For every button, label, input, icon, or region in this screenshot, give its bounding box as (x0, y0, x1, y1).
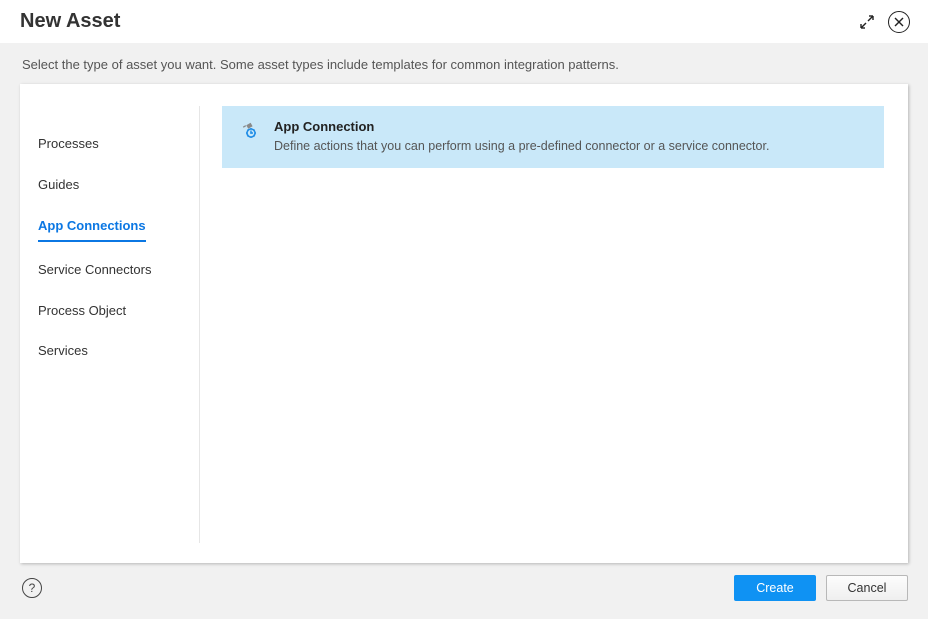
selection-panel: Processes Guides App Connections Service… (20, 84, 908, 563)
asset-type-sidebar: Processes Guides App Connections Service… (36, 106, 200, 543)
asset-card-title: App Connection (274, 119, 866, 134)
asset-template-area: App Connection Define actions that you c… (200, 106, 884, 543)
help-icon[interactable]: ? (22, 578, 42, 598)
sidebar-item-processes[interactable]: Processes (38, 124, 99, 165)
sidebar-item-guides[interactable]: Guides (38, 165, 79, 206)
dialog-footer: ? Create Cancel (20, 575, 908, 601)
expand-icon[interactable] (856, 11, 878, 33)
footer-buttons: Create Cancel (734, 575, 908, 601)
dialog-title: New Asset (20, 10, 120, 33)
header-actions (856, 11, 910, 33)
sidebar-item-service-connectors[interactable]: Service Connectors (38, 250, 151, 291)
asset-card-texts: App Connection Define actions that you c… (274, 119, 866, 155)
dialog-body: Select the type of asset you want. Some … (0, 43, 928, 619)
sidebar-item-app-connections[interactable]: App Connections (38, 206, 146, 242)
instruction-text: Select the type of asset you want. Some … (20, 57, 908, 72)
cancel-button[interactable]: Cancel (826, 575, 908, 601)
asset-card-app-connection[interactable]: App Connection Define actions that you c… (222, 106, 884, 168)
sidebar-item-process-object[interactable]: Process Object (38, 291, 126, 332)
connector-icon (240, 120, 260, 140)
dialog-header: New Asset (0, 0, 928, 43)
close-icon[interactable] (888, 11, 910, 33)
sidebar-item-services[interactable]: Services (38, 331, 88, 372)
create-button[interactable]: Create (734, 575, 816, 601)
asset-card-description: Define actions that you can perform usin… (274, 138, 866, 155)
